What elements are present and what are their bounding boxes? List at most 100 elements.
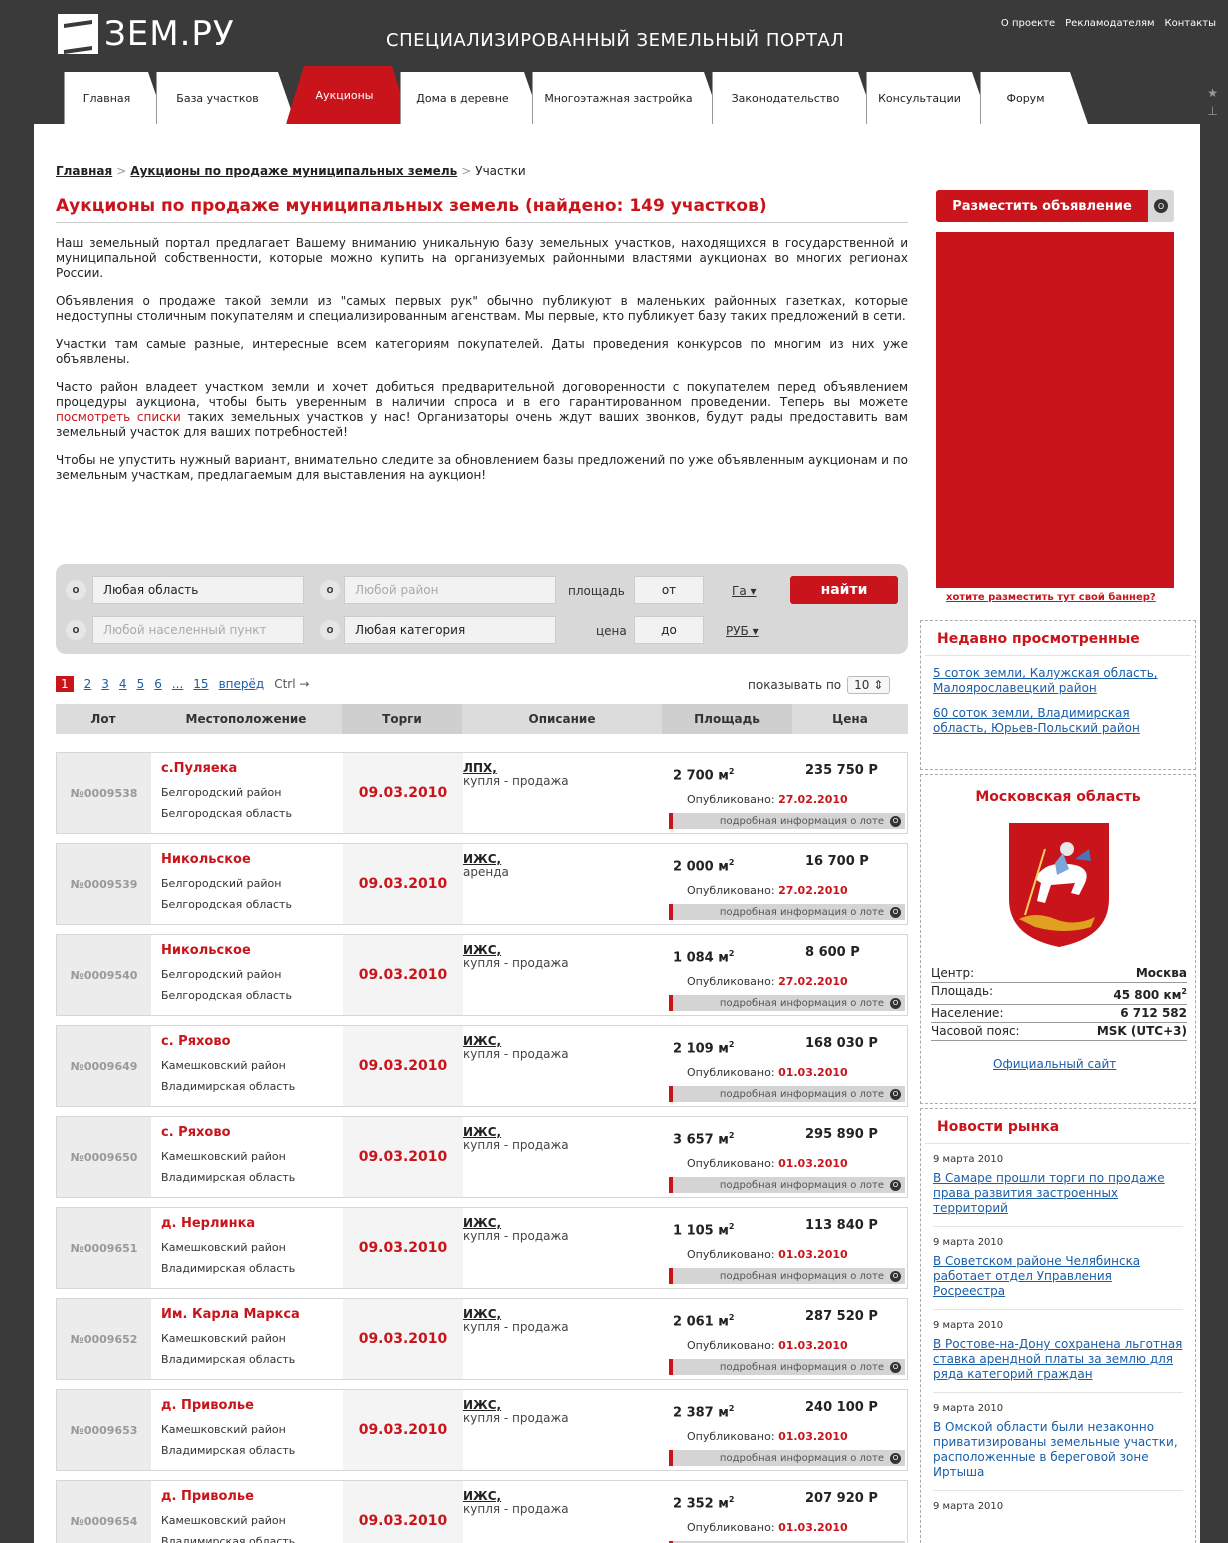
page-link[interactable]: 2	[84, 677, 92, 691]
page-link[interactable]: 15	[193, 677, 208, 691]
post-ad-arrow[interactable]: O	[1148, 190, 1174, 222]
ad-banner[interactable]	[936, 232, 1174, 588]
lot-published: Опубликовано: 27.02.2010	[687, 884, 848, 897]
page-link[interactable]: 5	[137, 677, 145, 691]
locality-dropdown-icon[interactable]: O	[66, 620, 86, 640]
news-item: 9 марта 2010 В Омской области были незак…	[933, 1403, 1183, 1491]
lot-type[interactable]: ИЖС,	[463, 1398, 633, 1412]
lot-type[interactable]: ИЖС,	[463, 852, 633, 866]
tab-village-houses[interactable]: Дома в деревне	[400, 72, 542, 124]
tab-consultations[interactable]: Консультации	[866, 72, 990, 124]
lot-type[interactable]: ИЖС,	[463, 1034, 633, 1048]
lot-type[interactable]: ИЖС,	[463, 1125, 633, 1139]
banner-link[interactable]: хотите разместить тут свой баннер?	[946, 592, 1156, 603]
lot-details-button[interactable]: подробная информация о лоте O	[669, 813, 905, 829]
lot-type[interactable]: ЛПХ,	[463, 761, 633, 775]
page-ellipsis[interactable]: ...	[172, 677, 183, 691]
column-header-area[interactable]: Площадь	[662, 704, 792, 734]
lot-place-link[interactable]: с. Ряхово	[161, 1034, 341, 1049]
lot-place-link[interactable]: д. Нерлинка	[161, 1216, 341, 1231]
recent-link[interactable]: 60 соток земли, Владимирская область, Юр…	[933, 706, 1183, 736]
lot-place-link[interactable]: с.Пуляека	[161, 761, 341, 776]
currency-select[interactable]: РУБ ▾	[726, 624, 759, 638]
recent-link[interactable]: 5 соток земли, Калужская область, Малояр…	[933, 666, 1183, 696]
intro-paragraph: Наш земельный портал предлагает Вашему в…	[56, 236, 908, 280]
top-link-advertisers[interactable]: Рекламодателям	[1065, 18, 1154, 29]
lot-details-button[interactable]: подробная информация о лоте O	[669, 1086, 905, 1102]
price-to-input[interactable]: до	[634, 616, 704, 644]
table-row[interactable]: №0009654 д. Приволье Камешковский район Вла…	[56, 1480, 908, 1543]
tab-multistorey[interactable]: Многоэтажная застройка	[532, 72, 722, 124]
table-row[interactable]: №0009652 Им. Карла Маркса Камешковский рай…	[56, 1298, 908, 1380]
column-header-auction[interactable]: Торги	[342, 704, 462, 734]
lot-details-button[interactable]: подробная информация о лоте O	[669, 1450, 905, 1466]
post-ad-button[interactable]: Разместить объявление	[936, 190, 1148, 222]
stat-value: MSK (UTC+3)	[1096, 1024, 1187, 1038]
column-header-location[interactable]: Местоположение	[150, 704, 342, 734]
region-select[interactable]: Любая область	[92, 576, 304, 604]
next-page-link[interactable]: вперёд	[219, 677, 265, 691]
sitemap-icon[interactable]: ⊥	[1207, 102, 1218, 120]
view-lists-link[interactable]: посмотреть списки	[56, 410, 181, 424]
page-link[interactable]: 6	[154, 677, 162, 691]
tab-plots-base[interactable]: База участков	[156, 72, 296, 124]
table-row[interactable]: №0009539 Никольское Белгородский район Белг…	[56, 843, 908, 925]
lot-type[interactable]: ИЖС,	[463, 1307, 633, 1321]
table-row[interactable]: №0009540 Никольское Белгородский район Белг…	[56, 934, 908, 1016]
search-button[interactable]: найти	[790, 576, 898, 604]
area-unit-select[interactable]: Га ▾	[732, 584, 757, 598]
top-link-about[interactable]: О проекте	[1001, 18, 1055, 29]
page-link[interactable]: 4	[119, 677, 127, 691]
district-select[interactable]: Любой район	[344, 576, 556, 604]
site-logo[interactable]: ЗЕМ.РУ	[58, 14, 235, 54]
arrow-icon: O	[890, 997, 901, 1009]
lot-details-button[interactable]: подробная информация о лоте O	[669, 904, 905, 920]
page-link[interactable]: 3	[101, 677, 109, 691]
table-row[interactable]: №0009538 с.Пуляека Белгородский район Белго…	[56, 752, 908, 834]
tab-home[interactable]: Главная	[64, 72, 166, 124]
lot-place-link[interactable]: Никольское	[161, 943, 341, 958]
lot-details-button[interactable]: подробная информация о лоте O	[669, 1359, 905, 1375]
per-page-select[interactable]: 10 ⇕	[847, 676, 891, 694]
lot-details-button[interactable]: подробная информация о лоте O	[669, 1177, 905, 1193]
lot-published-label: Опубликовано:	[687, 975, 775, 988]
area-from-input[interactable]: от	[634, 576, 704, 604]
top-link-contacts[interactable]: Контакты	[1165, 18, 1216, 29]
district-dropdown-icon[interactable]: O	[320, 580, 340, 600]
column-header-description[interactable]: Описание	[462, 704, 662, 734]
lot-type[interactable]: ИЖС,	[463, 1489, 633, 1503]
lot-place-link[interactable]: д. Приволье	[161, 1489, 341, 1504]
table-row[interactable]: №0009649 с. Ряхово Камешковский район Влади…	[56, 1025, 908, 1107]
category-dropdown-icon[interactable]: O	[320, 620, 340, 640]
locality-select[interactable]: Любой населенный пункт	[92, 616, 304, 644]
table-row[interactable]: №0009650 с. Ряхово Камешковский район Влади…	[56, 1116, 908, 1198]
table-row[interactable]: №0009651 д. Нерлинка Камешковский район Вла…	[56, 1207, 908, 1289]
news-link[interactable]: В Самаре прошли торги по продаже права р…	[933, 1171, 1183, 1216]
tab-forum[interactable]: Форум	[980, 72, 1088, 124]
lot-details-label: подробная информация о лоте	[719, 815, 884, 827]
region-dropdown-icon[interactable]: O	[66, 580, 86, 600]
news-link[interactable]: В Советском районе Челябинска работает о…	[933, 1254, 1183, 1299]
lot-place-link[interactable]: Никольское	[161, 852, 341, 867]
column-header-price[interactable]: Цена	[792, 704, 908, 734]
official-site-link[interactable]: Официальный сайт	[993, 1057, 1116, 1071]
lot-type[interactable]: ИЖС,	[463, 943, 633, 957]
tab-legislation[interactable]: Законодательство	[712, 72, 876, 124]
lot-details-button[interactable]: подробная информация о лоте O	[669, 995, 905, 1011]
lot-place-link[interactable]: Им. Карла Маркса	[161, 1307, 341, 1322]
star-icon[interactable]: ★	[1207, 84, 1218, 102]
news-link[interactable]: В Ростове-на-Дону сохранена льготная ста…	[933, 1337, 1183, 1382]
news-link[interactable]: В Омской области были незаконно приватиз…	[933, 1420, 1183, 1480]
breadcrumb-home[interactable]: Главная	[56, 164, 112, 178]
lot-published-label: Опубликовано:	[687, 1157, 775, 1170]
tab-auctions[interactable]: Аукционы	[286, 66, 410, 124]
page-link[interactable]: 1	[56, 676, 74, 692]
category-select[interactable]: Любая категория	[344, 616, 556, 644]
lot-place-link[interactable]: с. Ряхово	[161, 1125, 341, 1140]
column-header-lot[interactable]: Лот	[56, 704, 150, 734]
table-row[interactable]: №0009653 д. Приволье Камешковский район Вла…	[56, 1389, 908, 1471]
lot-place-link[interactable]: д. Приволье	[161, 1398, 341, 1413]
lot-type[interactable]: ИЖС,	[463, 1216, 633, 1230]
breadcrumb-auctions[interactable]: Аукционы по продаже муниципальных земель	[130, 164, 457, 178]
lot-details-button[interactable]: подробная информация о лоте O	[669, 1268, 905, 1284]
